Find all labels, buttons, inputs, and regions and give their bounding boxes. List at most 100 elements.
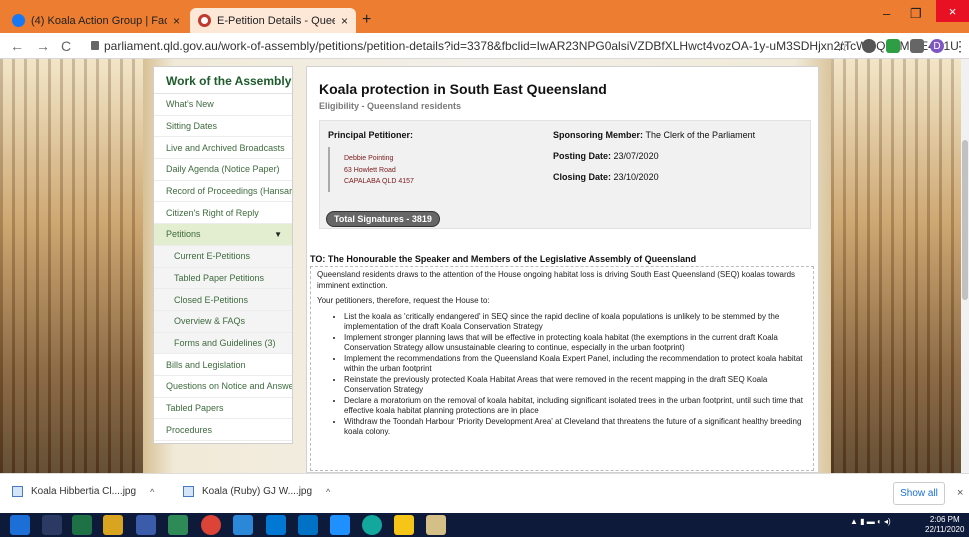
puzzle-icon[interactable]	[910, 39, 924, 53]
teams-icon[interactable]	[233, 515, 253, 535]
windows-icon[interactable]	[10, 515, 30, 535]
sticky-notes-icon[interactable]	[394, 515, 414, 535]
download-bar: Koala Hibbertia Cl....jpg ^ Koala (Ruby)…	[0, 473, 969, 513]
petition-info-box: Principal Petitioner: Debbie Pointing 63…	[319, 120, 811, 229]
tab-close-icon[interactable]: ×	[341, 14, 348, 28]
petitioner-street: 63 Howlett Road	[344, 166, 396, 174]
page-title: Koala protection in South East Queenslan…	[319, 81, 607, 97]
petition-points: List the koala as 'critically endangered…	[344, 312, 807, 438]
taskbar-clock[interactable]: 2:06 PM 22/11/2020	[925, 515, 964, 535]
tab-koala-action-group[interactable]: (4) Koala Action Group | Facebo ×	[4, 8, 188, 33]
petition-intro: Queensland residents draws to the attent…	[317, 270, 796, 290]
reload-button[interactable]: C	[61, 38, 71, 54]
back-button[interactable]: ←	[10, 38, 24, 54]
posting-date-value: 23/07/2020	[613, 151, 659, 161]
image-icon[interactable]	[426, 515, 446, 535]
nav-label: Bills and Legislation	[166, 359, 246, 370]
word-icon[interactable]	[136, 515, 156, 535]
nav-item-petitions[interactable]: Petitions ▼	[154, 224, 292, 246]
facebook-icon	[12, 14, 25, 27]
petition-point: Reinstate the previously protected Koala…	[344, 375, 807, 396]
chevron-up-icon[interactable]: ^	[150, 487, 154, 497]
chrome-icon[interactable]	[201, 515, 221, 535]
edge-icon[interactable]	[330, 515, 350, 535]
download-item[interactable]: Koala Hibbertia Cl....jpg ^	[12, 486, 154, 497]
nav-label: Closed E-Petitions	[174, 294, 249, 305]
nav-item-tabled-papers[interactable]: Tabled Papers	[154, 398, 292, 420]
nav-item-current-e-petitions[interactable]: Current E-Petitions	[154, 245, 292, 268]
caret-down-icon[interactable]: ▼	[274, 230, 282, 239]
chevron-up-icon[interactable]: ^	[326, 487, 330, 497]
nav-item-live-broadcasts[interactable]: Live and Archived Broadcasts	[154, 137, 292, 160]
edge-new-icon[interactable]	[362, 515, 382, 535]
nav-item-right-of-reply[interactable]: Citizen's Right of Reply	[154, 202, 292, 225]
tab-close-icon[interactable]: ×	[173, 14, 180, 28]
files-icon[interactable]	[103, 515, 123, 535]
petition-text: Queensland residents draws to the attent…	[310, 266, 814, 471]
petition-request: Your petitioners, therefore, request the…	[317, 296, 490, 305]
download-filename: Koala (Ruby) GJ W....jpg	[202, 486, 313, 497]
nav-item-questions-on-notice[interactable]: Questions on Notice and Answers	[154, 376, 292, 398]
nav-label: Questions on Notice and Answers	[166, 381, 292, 392]
nav-label: Sitting Dates	[166, 121, 218, 132]
petition-point: Implement stronger planning laws that wi…	[344, 333, 807, 354]
total-signatures-badge: Total Signatures - 3819	[326, 211, 440, 227]
nav-item-whats-new[interactable]: What's New	[154, 94, 292, 116]
petition-point: List the koala as 'critically endangered…	[344, 312, 807, 333]
browser-tab-strip: (4) Koala Action Group | Facebo × E-Peti…	[0, 0, 969, 33]
nav-label: Tabled Paper Petitions	[174, 272, 265, 283]
nav-item-closed-e-petitions[interactable]: Closed E-Petitions	[154, 289, 292, 311]
posting-date-label: Posting Date:	[553, 151, 612, 161]
menu-icon[interactable]: ⋮	[953, 38, 967, 55]
minimize-button[interactable]: –	[883, 6, 890, 21]
nav-item-hansard[interactable]: Record of Proceedings (Hansard)	[154, 181, 292, 203]
profile-icon[interactable]: D	[930, 39, 944, 53]
nav-label: Forms and Guidelines (3)	[174, 337, 276, 348]
home-icon[interactable]	[42, 515, 62, 535]
nav-item-bills-legislation[interactable]: Bills and Legislation	[154, 354, 292, 376]
clock-date: 22/11/2020	[925, 525, 965, 534]
system-tray-icons[interactable]: ▲ ▮ ▬ ◐ ◂)	[850, 517, 891, 526]
nav-item-procedures[interactable]: Procedures	[154, 419, 292, 441]
petition-point: Withdraw the Toondah Harbour 'Priority D…	[344, 417, 807, 438]
nav-label: Tabled Papers	[166, 402, 224, 413]
nav-item-overview-faqs[interactable]: Overview & FAQs	[154, 310, 292, 333]
closing-date: Closing Date: 23/10/2020	[553, 172, 659, 182]
page-scrollbar-thumb[interactable]	[962, 140, 968, 300]
nav-item-tabled-paper-petitions[interactable]: Tabled Paper Petitions	[154, 267, 292, 290]
nav-label: Daily Agenda (Notice Paper)	[166, 164, 280, 175]
nav-item-forms-guidelines[interactable]: Forms and Guidelines (3)	[154, 332, 292, 355]
nav-label: Citizen's Right of Reply	[166, 207, 259, 218]
window-close-button[interactable]: ×	[936, 0, 969, 22]
eligibility-text: Eligibility - Queensland residents	[319, 101, 462, 111]
new-tab-button[interactable]: +	[362, 11, 371, 29]
outlook-icon[interactable]	[298, 515, 318, 535]
closing-date-value: 23/10/2020	[613, 172, 659, 182]
tab-e-petition-details[interactable]: E-Petition Details - Queensland P ×	[190, 8, 356, 33]
download-item[interactable]: Koala (Ruby) GJ W....jpg ^	[183, 486, 330, 497]
monitor-icon[interactable]	[266, 515, 286, 535]
nav-label: Petitions	[166, 229, 201, 240]
nav-item-daily-agenda[interactable]: Daily Agenda (Notice Paper)	[154, 159, 292, 181]
posting-date: Posting Date: 23/07/2020	[553, 151, 659, 161]
close-download-bar-icon[interactable]: ×	[957, 487, 963, 499]
address-bar[interactable]: parliament.qld.gov.au/work-of-assembly/p…	[104, 39, 959, 53]
clock-time: 2:06 PM	[929, 515, 960, 524]
nav-label: Record of Proceedings (Hansard)	[166, 186, 292, 197]
nav-heading[interactable]: Work of the Assembly	[154, 67, 292, 94]
excel-icon[interactable]	[72, 515, 92, 535]
petitioner-suburb: CAPALABA QLD 4157	[344, 178, 414, 185]
left-navigation: Work of the Assembly What's New Sitting …	[153, 66, 293, 444]
closing-date-label: Closing Date:	[553, 172, 612, 182]
star-icon[interactable]: ☆	[836, 38, 849, 55]
maximize-button[interactable]: ❐	[910, 6, 922, 22]
forward-button[interactable]: →	[36, 38, 50, 54]
nav-label: What's New	[166, 99, 214, 110]
show-all-button[interactable]: Show all	[893, 482, 945, 505]
tab-title: (4) Koala Action Group | Facebo	[31, 14, 167, 27]
header-photo-left	[0, 59, 143, 473]
nav-item-sitting-dates[interactable]: Sitting Dates	[154, 116, 292, 138]
extension-icon[interactable]	[862, 39, 876, 53]
store-icon[interactable]	[168, 515, 188, 535]
checkbox-icon[interactable]	[886, 39, 900, 53]
